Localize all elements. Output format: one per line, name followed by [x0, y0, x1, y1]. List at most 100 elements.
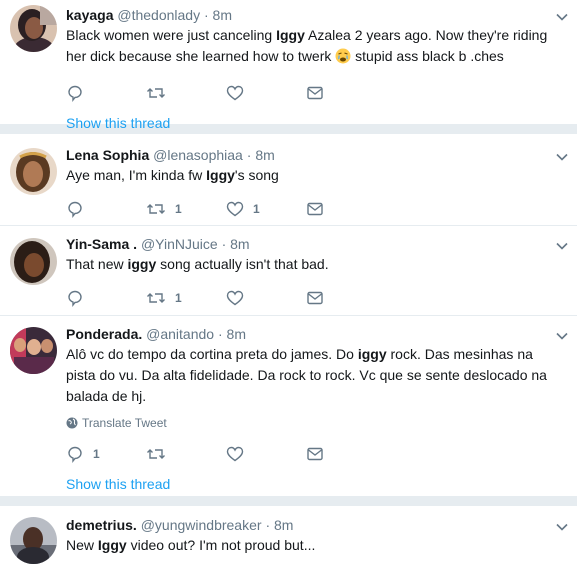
tweet-text-part: That new [66, 256, 128, 272]
tweet-text-part: video out? I'm not proud but... [126, 537, 316, 553]
avatar[interactable] [10, 327, 57, 374]
like-button[interactable] [226, 445, 306, 463]
author-username[interactable]: @yungwindbreaker [141, 517, 262, 533]
reply-count: 1 [93, 447, 100, 461]
tweet-actions: 1 1 [66, 190, 563, 228]
author-username[interactable]: @anitando [146, 326, 214, 342]
tweet-actions [66, 74, 563, 112]
search-term-highlight: Iggy [276, 27, 305, 43]
tweet[interactable]: kayaga @thedonlady · 8m Black women were… [0, 0, 577, 134]
reply-button[interactable]: 1 [66, 445, 146, 463]
retweet-icon [147, 449, 165, 459]
direct-message-button[interactable] [306, 289, 386, 307]
tweet-timeline: kayaga @thedonlady · 8m Black women were… [0, 0, 577, 566]
separator-dot: · [265, 517, 271, 533]
tweet[interactable]: Lena Sophia @lenasophiaa · 8m Aye man, I… [0, 134, 577, 226]
author-username[interactable]: @lenasophiaa [153, 147, 243, 163]
heart-icon [226, 446, 244, 462]
retweet-button[interactable]: 1 [146, 200, 226, 218]
reply-icon [68, 85, 82, 102]
author-name[interactable]: demetrius. [66, 517, 137, 533]
separator-dot: · [203, 7, 209, 23]
chevron-down-icon[interactable] [555, 10, 569, 24]
direct-message-button[interactable] [306, 200, 386, 218]
tweet-timestamp[interactable]: 8m [227, 326, 246, 342]
heart-icon [226, 201, 244, 217]
search-term-highlight: iggy [127, 256, 157, 272]
tweet-text-part: 's song [234, 167, 279, 183]
chevron-down-icon[interactable] [555, 150, 569, 164]
envelope-icon [307, 291, 323, 305]
like-button[interactable]: 1 [226, 200, 306, 218]
tweet-timestamp[interactable]: 8m [213, 7, 232, 23]
author-username[interactable]: @thedonlady [117, 7, 200, 23]
retweet-button[interactable] [146, 445, 226, 463]
tweet-text-part: song actually isn't that bad. [156, 256, 329, 272]
tweet-timestamp[interactable]: 8m [255, 147, 274, 163]
tweet-text: Black women were just canceling Iggy Aza… [66, 25, 563, 67]
tweet-text-part: Black women were just canceling [66, 27, 277, 43]
tweet-timestamp[interactable]: 8m [274, 517, 293, 533]
direct-message-button[interactable] [306, 445, 386, 463]
direct-message-button[interactable] [306, 84, 386, 102]
tweet-timestamp[interactable]: 8m [230, 236, 249, 252]
author-name[interactable]: Ponderada. [66, 326, 142, 342]
envelope-icon [307, 86, 323, 100]
like-button[interactable] [226, 289, 306, 307]
author-name[interactable]: kayaga [66, 7, 113, 23]
reply-icon [68, 446, 82, 463]
chevron-down-icon[interactable] [555, 239, 569, 253]
retweet-count: 1 [175, 202, 182, 216]
show-thread-link[interactable]: Show this thread [66, 473, 563, 507]
tweet-header: Yin-Sama . @YinNJuice · 8m [66, 235, 563, 253]
reply-button[interactable] [66, 289, 146, 307]
tweet[interactable]: Ponderada. @anitando · 8m Alô vc do temp… [0, 316, 577, 506]
avatar[interactable] [10, 5, 57, 52]
chevron-down-icon[interactable] [555, 520, 569, 534]
tweet-header: Ponderada. @anitando · 8m [66, 325, 563, 343]
reply-icon [68, 290, 82, 307]
retweet-icon [147, 204, 165, 214]
avatar[interactable] [10, 517, 57, 564]
retweet-button[interactable]: 1 [146, 289, 226, 307]
tweet-header: kayaga @thedonlady · 8m [66, 6, 563, 24]
tweet-header: demetrius. @yungwindbreaker · 8m [66, 516, 563, 534]
tweet-text: Alô vc do tempo da cortina preta do jame… [66, 344, 563, 407]
heart-icon [226, 290, 244, 306]
envelope-icon [307, 447, 323, 461]
tweet-text-part: New [66, 537, 98, 553]
search-term-highlight: Iggy [206, 167, 235, 183]
author-name[interactable]: Lena Sophia [66, 147, 149, 163]
search-term-highlight: Iggy [97, 537, 127, 553]
tweet-text-part: Alô vc do tempo da cortina preta do jame… [66, 346, 358, 362]
reply-button[interactable] [66, 200, 146, 218]
author-name[interactable]: Yin-Sama . [66, 236, 137, 252]
retweet-count: 1 [175, 291, 182, 305]
tweet-actions: 1 [66, 435, 563, 473]
tweet[interactable]: demetrius. @yungwindbreaker · 8m New Igg… [0, 506, 577, 566]
tweet-text: New Iggy video out? I'm not proud but... [66, 535, 563, 556]
translate-tweet-label: Translate Tweet [82, 416, 167, 430]
translate-tweet-link[interactable]: Translate Tweet [66, 415, 563, 431]
tweet-text: Aye man, I'm kinda fw Iggy's song [66, 165, 563, 186]
search-term-highlight: iggy [357, 346, 387, 362]
weary-face-emoji [335, 48, 351, 64]
separator-dot: · [246, 147, 252, 163]
tweet-text: That new iggy song actually isn't that b… [66, 254, 563, 275]
separator-dot: · [217, 326, 223, 342]
retweet-icon [147, 88, 165, 98]
like-button[interactable] [226, 84, 306, 102]
retweet-button[interactable] [146, 84, 226, 102]
avatar[interactable] [10, 148, 57, 195]
reply-button[interactable] [66, 84, 146, 102]
tweet-actions: 1 [66, 279, 563, 317]
avatar[interactable] [10, 238, 57, 285]
chevron-down-icon[interactable] [555, 329, 569, 343]
globe-icon [66, 417, 78, 429]
reply-icon [68, 201, 82, 218]
tweet[interactable]: Yin-Sama . @YinNJuice · 8m That new iggy… [0, 226, 577, 316]
author-username[interactable]: @YinNJuice [141, 236, 218, 252]
tweet-header: Lena Sophia @lenasophiaa · 8m [66, 146, 563, 164]
like-count: 1 [253, 202, 260, 216]
envelope-icon [307, 202, 323, 216]
